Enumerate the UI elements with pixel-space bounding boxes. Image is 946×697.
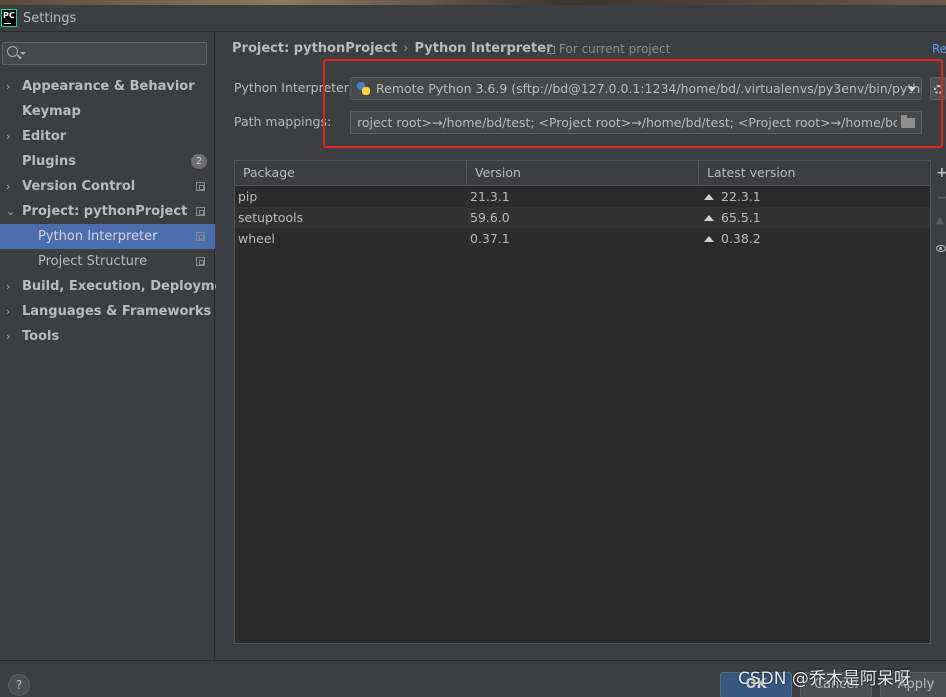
sidebar-item-plugins[interactable]: Plugins 2 — [0, 149, 215, 174]
interpreter-settings-button[interactable] — [930, 77, 946, 100]
reset-link[interactable]: Re — [932, 42, 946, 56]
interpreter-select[interactable]: Remote Python 3.6.9 (sftp://bd@127.0.0.1… — [350, 77, 922, 100]
remove-package-button[interactable]: − — [936, 190, 946, 206]
sidebar-item-python-interpreter[interactable]: Python Interpreter — [0, 224, 215, 249]
project-scope-icon — [196, 257, 205, 266]
sidebar-item-keymap[interactable]: Keymap — [0, 99, 215, 124]
sidebar-item-label: Version Control — [22, 179, 136, 194]
title-bar: PC Settings — [0, 5, 946, 32]
path-mappings-field[interactable]: roject root>→/home/bd/test; <Project roo… — [350, 111, 922, 134]
sidebar-item-label: Project Structure — [38, 254, 148, 269]
interpreter-value: Remote Python 3.6.9 (sftp://bd@127.0.0.1… — [376, 81, 922, 96]
sidebar-item-appearance-behavior[interactable]: › Appearance & Behavior — [0, 74, 215, 99]
breadcrumb-project: Project: pythonProject — [232, 41, 398, 56]
sidebar-item-label: Project: pythonProject — [22, 204, 188, 219]
sidebar-item-editor[interactable]: › Editor — [0, 124, 215, 149]
sidebar-item-label: Appearance & Behavior — [22, 79, 195, 94]
table-row[interactable]: pip 21.3.1 22.3.1 — [235, 186, 930, 207]
upgrade-arrow-icon — [704, 215, 714, 221]
package-latest-version: 65.5.1 — [721, 210, 761, 225]
packages-toolbar: + − ▲ — [933, 160, 946, 310]
sidebar-item-build-execution-deployment[interactable]: › Build, Execution, Deployment — [0, 274, 239, 299]
pycharm-app-icon: PC — [1, 9, 17, 27]
project-scope-icon — [196, 207, 205, 216]
package-name: pip — [238, 189, 258, 204]
search-history-caret-icon[interactable] — [20, 52, 26, 55]
expand-arrow-icon[interactable]: › — [6, 74, 10, 99]
package-version: 21.3.1 — [470, 189, 510, 204]
settings-nav-tree: › Appearance & Behavior Keymap › Editor … — [0, 74, 239, 349]
python-icon — [357, 82, 371, 96]
sidebar-item-label: Python Interpreter — [38, 229, 158, 244]
project-scope-icon — [196, 182, 205, 191]
sidebar-item-project[interactable]: ⌄ Project: pythonProject — [0, 199, 215, 224]
package-latest-version: 22.3.1 — [721, 189, 761, 204]
sidebar-item-label: Keymap — [22, 104, 81, 119]
upgrade-arrow-icon — [704, 194, 714, 200]
highlight-annotation-box — [323, 59, 943, 148]
csdn-watermark: CSDN @乔木是阿呆呀 — [738, 669, 911, 689]
sidebar-item-version-control[interactable]: › Version Control — [0, 174, 215, 199]
path-mappings-label: Path mappings: — [234, 114, 332, 129]
expand-arrow-icon[interactable]: › — [6, 274, 10, 299]
table-row[interactable]: setuptools 59.6.0 65.5.1 — [235, 207, 930, 228]
column-header-latest-version[interactable]: Latest version — [699, 161, 932, 185]
collapse-arrow-icon[interactable]: ⌄ — [6, 199, 15, 224]
sidebar-item-label: Languages & Frameworks — [22, 304, 212, 319]
expand-arrow-icon[interactable]: › — [6, 324, 10, 349]
sidebar-item-label: Plugins — [22, 154, 76, 169]
add-package-button[interactable]: + — [936, 165, 946, 181]
column-header-package[interactable]: Package — [235, 161, 467, 185]
upgrade-arrow-icon — [704, 236, 714, 242]
column-header-version[interactable]: Version — [467, 161, 699, 185]
breadcrumb-page: Python Interpreter — [414, 41, 553, 56]
scope-note: For current project — [547, 42, 670, 56]
window-title: Settings — [23, 11, 77, 26]
breadcrumb: Project: pythonProject › Python Interprete… — [232, 41, 552, 56]
package-name: wheel — [238, 231, 275, 246]
sidebar-item-label: Build, Execution, Deployment — [22, 279, 239, 294]
chevron-down-icon[interactable] — [908, 87, 916, 92]
sidebar-item-tools[interactable]: › Tools — [0, 324, 215, 349]
folder-icon[interactable] — [901, 115, 915, 128]
package-version: 59.6.0 — [470, 210, 510, 225]
path-mappings-value: roject root>→/home/bd/test; <Project roo… — [357, 115, 897, 130]
interpreter-label: Python Interpreter: — [234, 80, 353, 95]
table-row[interactable]: wheel 0.37.1 0.38.2 — [235, 228, 930, 249]
project-scope-icon — [547, 46, 555, 54]
sidebar-item-languages-frameworks[interactable]: › Languages & Frameworks — [0, 299, 215, 324]
table-header: Package Version Latest version — [235, 161, 930, 186]
packages-table: Package Version Latest version pip 21.3.… — [234, 160, 931, 644]
project-scope-icon — [196, 232, 205, 241]
plugins-update-badge: 2 — [191, 154, 207, 169]
expand-arrow-icon[interactable]: › — [6, 174, 10, 199]
scope-note-text: For current project — [559, 42, 671, 56]
breadcrumb-separator: › — [403, 41, 409, 56]
search-icon — [7, 46, 18, 57]
sidebar-item-label: Editor — [22, 129, 67, 144]
settings-sidebar: › Appearance & Behavior Keymap › Editor … — [0, 32, 239, 660]
package-name: setuptools — [238, 210, 304, 225]
help-button[interactable]: ? — [8, 674, 30, 696]
eye-icon[interactable] — [936, 245, 946, 252]
expand-arrow-icon[interactable]: › — [6, 299, 10, 324]
package-version: 0.37.1 — [470, 231, 510, 246]
gear-icon — [934, 85, 943, 94]
sidebar-item-project-structure[interactable]: Project Structure — [0, 249, 215, 274]
expand-arrow-icon[interactable]: › — [6, 124, 10, 149]
package-latest-version: 0.38.2 — [721, 231, 761, 246]
settings-content-pane: Project: pythonProject › Python Interprete… — [216, 32, 946, 660]
sidebar-item-label: Tools — [22, 329, 60, 344]
upgrade-package-button[interactable]: ▲ — [936, 215, 944, 226]
settings-search-input[interactable] — [2, 42, 207, 65]
